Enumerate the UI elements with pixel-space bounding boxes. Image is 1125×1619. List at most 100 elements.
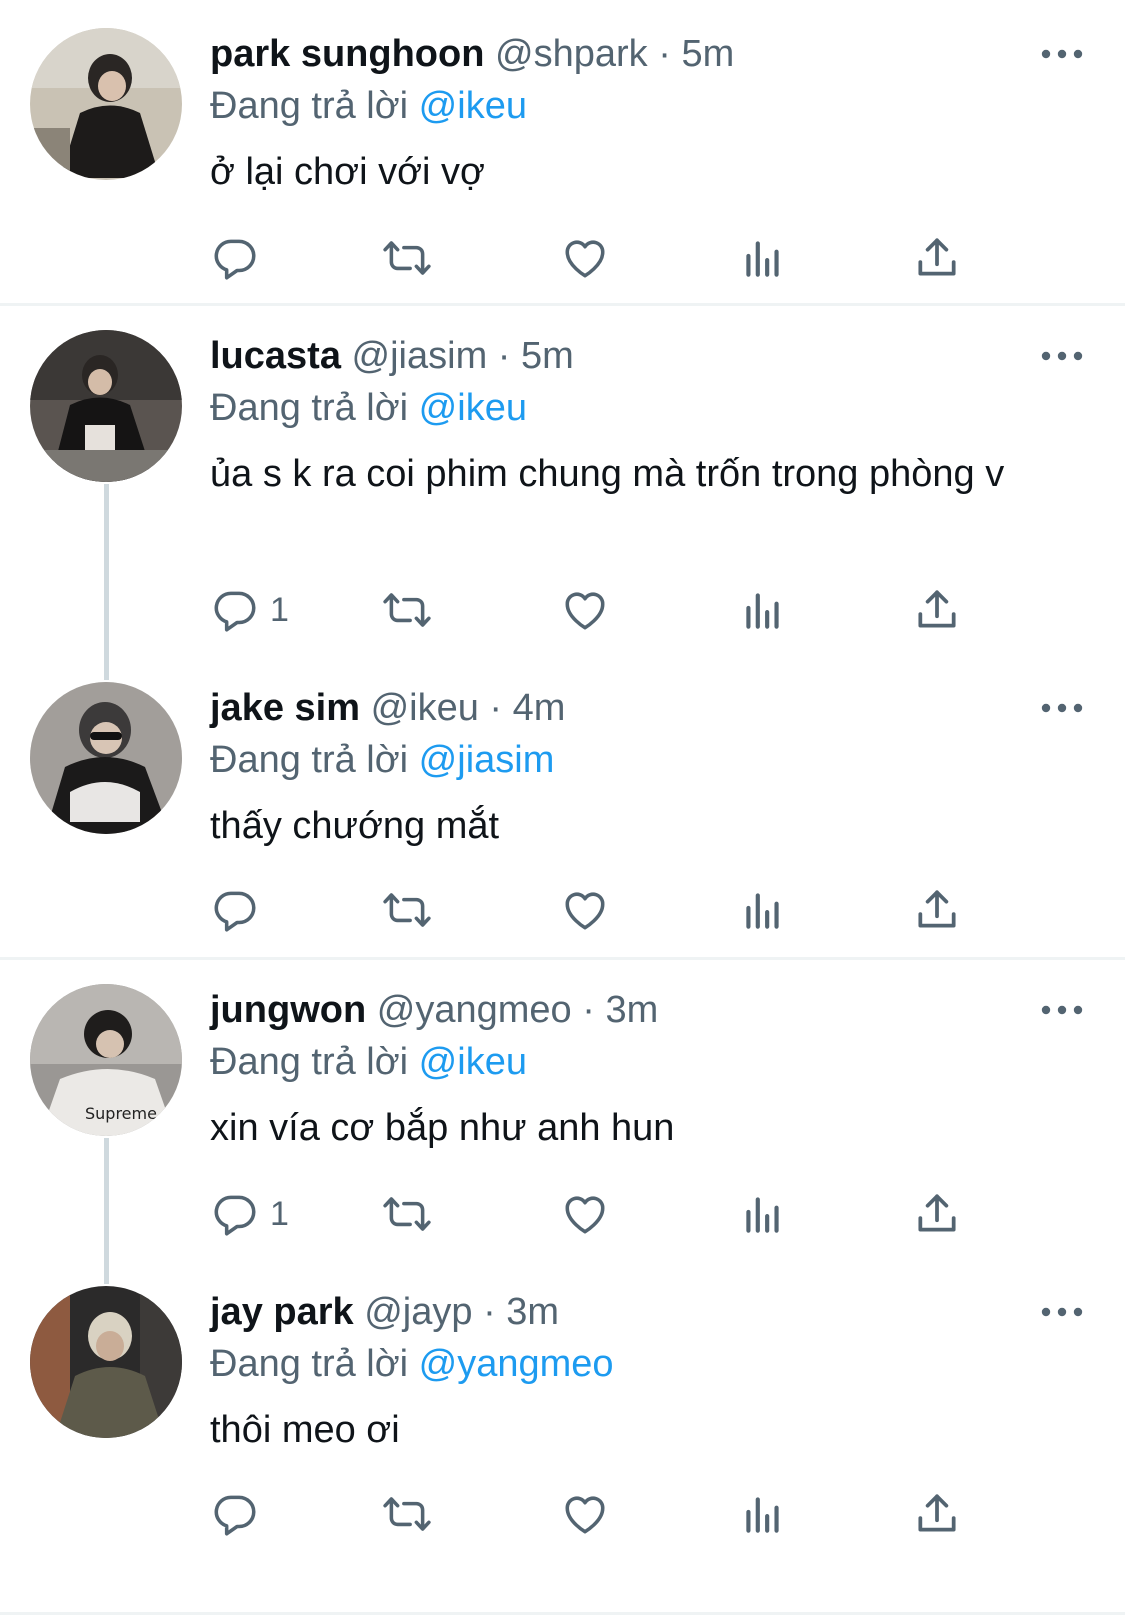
share-button[interactable]: [912, 882, 962, 938]
action-bar: 1: [210, 582, 1010, 638]
like-icon: [560, 233, 610, 283]
more-icon[interactable]: [1040, 1302, 1084, 1322]
reply-count: 1: [270, 1194, 289, 1233]
like-button[interactable]: [560, 1486, 610, 1542]
timestamp[interactable]: 3m: [605, 989, 658, 1031]
display-name[interactable]: jay park: [210, 1291, 354, 1333]
like-icon: [560, 1489, 610, 1539]
tweet[interactable]: jay park @jayp · 3m Đang trả lời @yangme…: [0, 1260, 1125, 1560]
display-name[interactable]: jungwon: [210, 989, 366, 1031]
replying-to-label: Đang trả lời: [210, 1343, 409, 1385]
avatar[interactable]: Supreme: [30, 984, 182, 1136]
share-button[interactable]: [912, 582, 962, 638]
share-button[interactable]: [912, 230, 962, 286]
replying-to-label: Đang trả lời: [210, 85, 409, 127]
retweet-button[interactable]: [382, 1486, 432, 1542]
like-icon: [560, 885, 610, 935]
share-icon: [912, 885, 962, 935]
views-icon: [738, 585, 788, 635]
mention-link[interactable]: @ikeu: [419, 387, 527, 429]
tweet[interactable]: Supreme jungwon @yangmeo · 3m Đang trả l…: [0, 960, 1125, 1260]
replying-to: Đang trả lời @ikeu: [210, 80, 527, 132]
more-icon[interactable]: [1040, 346, 1084, 366]
user-handle[interactable]: @shpark: [495, 33, 648, 75]
views-button[interactable]: [738, 1486, 788, 1542]
timestamp[interactable]: 5m: [681, 33, 734, 75]
views-button[interactable]: [738, 582, 788, 638]
divider: [0, 1612, 1125, 1615]
avatar[interactable]: [30, 330, 182, 482]
views-icon: [738, 1189, 788, 1239]
replying-to-label: Đang trả lời: [210, 1041, 409, 1083]
reply-button[interactable]: [210, 1486, 270, 1542]
reply-button[interactable]: [210, 230, 270, 286]
retweet-icon: [382, 233, 432, 283]
share-button[interactable]: [912, 1186, 962, 1242]
separator-dot: ·: [483, 1291, 496, 1333]
like-button[interactable]: [560, 230, 610, 286]
retweet-button[interactable]: [382, 582, 432, 638]
user-handle[interactable]: @yangmeo: [377, 989, 572, 1031]
retweet-button[interactable]: [382, 1186, 432, 1242]
tweet-text: thôi meo ơi: [210, 1409, 400, 1451]
avatar[interactable]: [30, 682, 182, 834]
views-button[interactable]: [738, 1186, 788, 1242]
tweet-text: ở lại chơi với vợ: [210, 151, 485, 193]
tweet[interactable]: park sunghoon @shpark · 5m Đang trả lời …: [0, 0, 1125, 305]
like-button[interactable]: [560, 882, 610, 938]
avatar[interactable]: [30, 28, 182, 180]
reply-icon: [210, 1489, 260, 1539]
retweet-button[interactable]: [382, 882, 432, 938]
reply-icon: [210, 1189, 260, 1239]
replying-to: Đang trả lời @yangmeo: [210, 1338, 614, 1390]
share-button[interactable]: [912, 1486, 962, 1542]
retweet-button[interactable]: [382, 230, 432, 286]
mention-link[interactable]: @jiasim: [419, 739, 555, 781]
action-bar: [210, 230, 1010, 286]
tweet-text: ủa s k ra coi phim chung mà trốn trong p…: [210, 453, 1005, 495]
more-icon[interactable]: [1040, 698, 1084, 718]
like-icon: [560, 585, 610, 635]
retweet-icon: [382, 1189, 432, 1239]
reply-count: 1: [270, 590, 289, 629]
display-name[interactable]: park sunghoon: [210, 33, 484, 75]
like-button[interactable]: [560, 582, 610, 638]
separator-dot: ·: [658, 33, 671, 75]
reply-button[interactable]: 1: [210, 582, 289, 638]
user-handle[interactable]: @jayp: [364, 1291, 472, 1333]
reply-button[interactable]: [210, 882, 270, 938]
like-button[interactable]: [560, 1186, 610, 1242]
mention-link[interactable]: @yangmeo: [419, 1343, 614, 1385]
separator-dot: ·: [489, 687, 503, 729]
replying-to-label: Đang trả lời: [210, 387, 409, 429]
views-icon: [738, 1489, 788, 1539]
display-name[interactable]: lucasta: [210, 335, 341, 377]
action-bar: [210, 1486, 1010, 1542]
more-icon[interactable]: [1040, 1000, 1084, 1020]
separator-dot: ·: [497, 335, 511, 377]
user-handle[interactable]: @ikeu: [371, 687, 479, 729]
tweet[interactable]: jake sim @ikeu · 4m Đang trả lời @jiasim…: [0, 656, 1125, 956]
share-icon: [912, 585, 962, 635]
reply-icon: [210, 585, 260, 635]
mention-link[interactable]: @ikeu: [419, 85, 527, 127]
user-handle[interactable]: @jiasim: [352, 335, 488, 377]
timestamp[interactable]: 3m: [506, 1291, 559, 1333]
views-icon: [738, 233, 788, 283]
timestamp[interactable]: 4m: [513, 687, 566, 729]
replying-to: Đang trả lời @ikeu: [210, 1036, 527, 1088]
replying-to-label: Đang trả lời: [210, 739, 409, 781]
display-name[interactable]: jake sim: [210, 687, 360, 729]
avatar[interactable]: [30, 1286, 182, 1438]
more-icon[interactable]: [1040, 44, 1084, 64]
tweet[interactable]: lucasta @jiasim · 5m Đang trả lời @ikeu …: [0, 306, 1125, 656]
retweet-icon: [382, 585, 432, 635]
views-button[interactable]: [738, 882, 788, 938]
tweet-text: xin vía cơ bắp như anh hun: [210, 1107, 675, 1149]
reply-button[interactable]: 1: [210, 1186, 289, 1242]
views-button[interactable]: [738, 230, 788, 286]
action-bar: [210, 882, 1010, 938]
timestamp[interactable]: 5m: [521, 335, 574, 377]
separator-dot: ·: [582, 989, 595, 1031]
mention-link[interactable]: @ikeu: [419, 1041, 527, 1083]
